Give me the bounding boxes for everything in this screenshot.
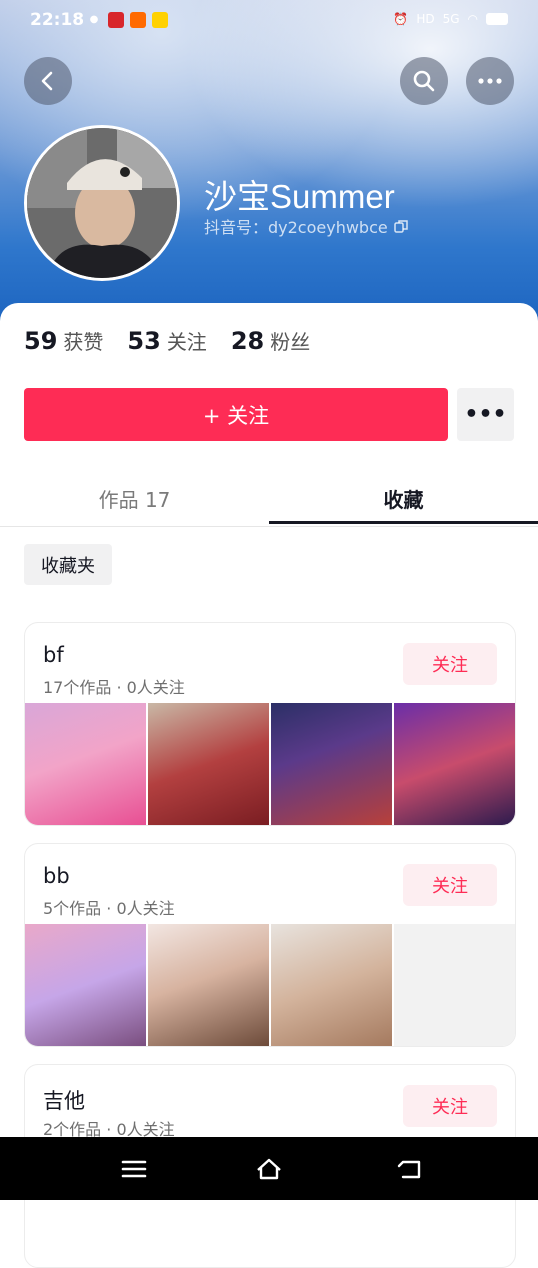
folder-chip[interactable]: 收藏夹 xyxy=(24,544,112,585)
collection-title: bf xyxy=(43,643,64,667)
profile-stats: 59 获赞 53 关注 28 粉丝 xyxy=(24,326,310,355)
more-icon xyxy=(478,78,502,84)
back-arrow-icon xyxy=(41,71,53,91)
video-thumbnail[interactable] xyxy=(271,703,392,825)
avatar[interactable] xyxy=(24,125,180,281)
stat-following[interactable]: 53 关注 xyxy=(127,326,206,355)
menu-icon xyxy=(121,1160,147,1178)
app-notification-icon xyxy=(108,12,124,28)
tab-works[interactable]: 作品 17 xyxy=(0,470,269,526)
collection-title: 吉他 xyxy=(43,1089,85,1113)
back-button[interactable] xyxy=(24,57,72,105)
status-bar: 22:18 ● ⏰ HD 5G ◠ xyxy=(0,0,538,40)
follow-button[interactable]: + 关注 xyxy=(24,388,448,441)
home-icon xyxy=(257,1158,281,1180)
collection-thumbnails xyxy=(25,924,515,1046)
collection-thumbnails xyxy=(25,703,515,825)
system-navigation-bar xyxy=(0,1137,538,1200)
video-thumbnail[interactable] xyxy=(394,703,515,825)
video-thumbnail[interactable] xyxy=(25,703,146,825)
active-tab-indicator xyxy=(269,521,538,524)
video-thumbnail[interactable] xyxy=(271,924,392,1046)
recent-apps-button[interactable] xyxy=(114,1151,154,1187)
more-options-button[interactable] xyxy=(466,57,514,105)
search-button[interactable] xyxy=(400,57,448,105)
alarm-icon: ⏰ xyxy=(393,12,409,26)
status-time: 22:18 xyxy=(30,10,85,30)
douyin-id: 抖音号：dy2coeyhwbce xyxy=(204,218,388,237)
tab-favorites[interactable]: 收藏 xyxy=(269,470,538,526)
video-thumbnail[interactable] xyxy=(25,924,146,1046)
notification-icons: ● xyxy=(86,12,168,28)
collection-meta: 5个作品 · 0人关注 xyxy=(43,899,175,918)
collection-meta: 17个作品 · 0人关注 xyxy=(43,678,185,697)
meituan-icon xyxy=(152,12,168,28)
empty-thumbnail xyxy=(394,924,515,1046)
stat-followers[interactable]: 28 粉丝 xyxy=(231,326,310,355)
stat-likes[interactable]: 59 获赞 xyxy=(24,326,103,355)
collection-card[interactable]: bf 17个作品 · 0人关注 关注 xyxy=(24,622,516,826)
wifi-icon: ◠ xyxy=(467,12,478,26)
collection-card[interactable]: bb 5个作品 · 0人关注 关注 xyxy=(24,843,516,1047)
home-button[interactable] xyxy=(249,1151,289,1187)
battery-icon xyxy=(486,13,508,25)
hd-icon: HD xyxy=(416,12,435,26)
collection-follow-button[interactable]: 关注 xyxy=(403,643,497,685)
profile-tabs: 作品 17 收藏 xyxy=(0,470,538,527)
collection-follow-button[interactable]: 关注 xyxy=(403,1085,497,1127)
video-thumbnail[interactable] xyxy=(148,703,269,825)
collection-title: bb xyxy=(43,864,70,888)
taobao-icon xyxy=(130,12,146,28)
network-icon: 5G xyxy=(442,12,460,26)
douyin-id-row[interactable]: 抖音号：dy2coeyhwbce xyxy=(204,214,408,238)
more-actions-button[interactable]: ••• xyxy=(457,388,514,441)
wechat-icon: ● xyxy=(89,14,99,25)
collection-follow-button[interactable]: 关注 xyxy=(403,864,497,906)
back-nav-icon xyxy=(397,1160,421,1179)
profile-name: 沙宝Summer xyxy=(204,178,395,215)
system-status-icons: ⏰ HD 5G ◠ xyxy=(393,12,508,26)
copy-icon[interactable] xyxy=(393,219,408,233)
back-nav-button[interactable] xyxy=(390,1151,430,1187)
search-icon xyxy=(413,70,435,92)
video-thumbnail[interactable] xyxy=(148,924,269,1046)
avatar-photo xyxy=(27,128,177,278)
